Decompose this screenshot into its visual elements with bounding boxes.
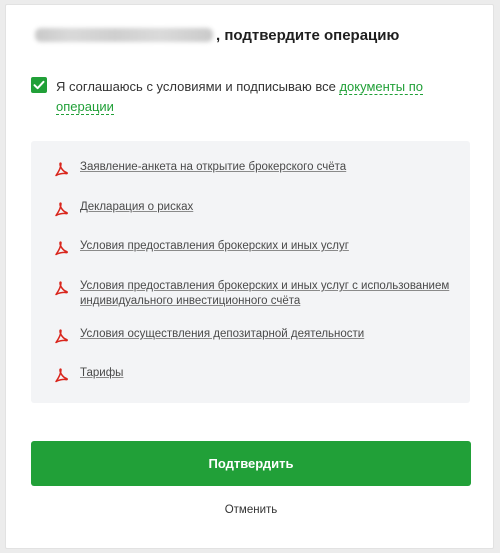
dialog-title-text: , подтвердите операцию bbox=[216, 27, 400, 44]
confirm-operation-dialog: , подтвердите операцию Я соглашаюсь с ус… bbox=[5, 4, 494, 549]
document-link[interactable]: Условия предоставления брокерских и иных… bbox=[80, 279, 450, 309]
confirm-button[interactable]: Подтвердить bbox=[31, 441, 471, 486]
consent-checkbox[interactable] bbox=[31, 77, 47, 93]
redacted-user-name bbox=[35, 28, 213, 42]
consent-text: Я соглашаюсь с условиями и подписываю вс… bbox=[56, 77, 471, 117]
pdf-icon bbox=[55, 281, 68, 296]
dialog-title: , подтвердите операцию bbox=[35, 27, 399, 45]
document-link[interactable]: Тарифы bbox=[80, 366, 450, 381]
document-link[interactable]: Декларация о рисках bbox=[80, 200, 450, 215]
pdf-icon bbox=[55, 368, 68, 383]
cancel-link[interactable]: Отменить bbox=[31, 504, 471, 516]
pdf-icon bbox=[55, 329, 68, 344]
checkmark-icon bbox=[33, 80, 45, 90]
document-link[interactable]: Условия предоставления брокерских и иных… bbox=[80, 239, 450, 254]
pdf-icon bbox=[55, 162, 68, 177]
documents-panel: Заявление-анкета на открытие брокерского… bbox=[31, 141, 470, 403]
consent-label: Я соглашаюсь с условиями и подписываю вс… bbox=[56, 79, 340, 94]
pdf-icon bbox=[55, 241, 68, 256]
document-link[interactable]: Условия осуществления депозитарной деяте… bbox=[80, 327, 450, 342]
document-link[interactable]: Заявление-анкета на открытие брокерского… bbox=[80, 160, 450, 175]
pdf-icon bbox=[55, 202, 68, 217]
